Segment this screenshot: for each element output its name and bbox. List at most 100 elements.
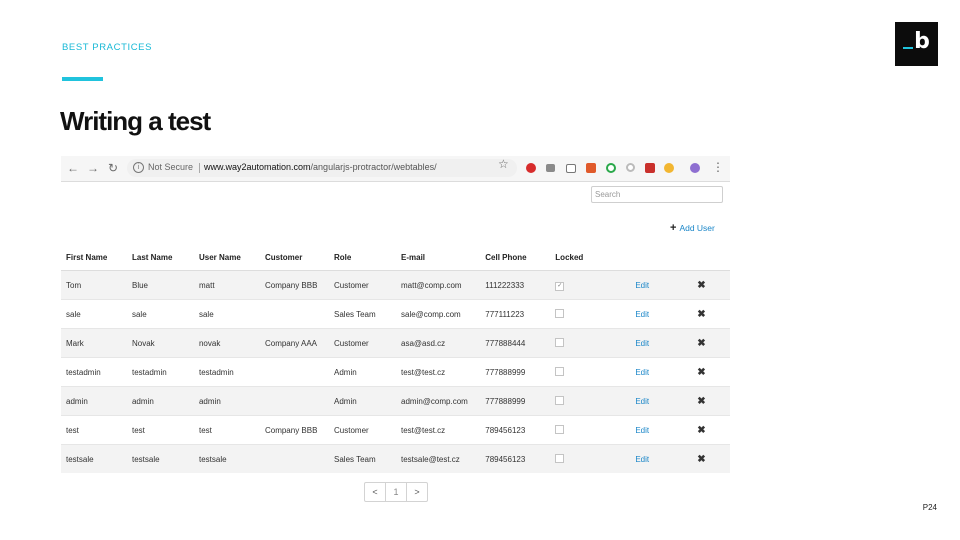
edit-cell: Edit: [621, 415, 686, 445]
table-row: sale sale sale Sales Team sale@comp.com 77711…: [61, 299, 730, 329]
next-page-button[interactable]: >: [407, 483, 427, 501]
extension-orange-icon[interactable]: [586, 163, 596, 173]
users-table: First Name Last Name User Name Customer …: [61, 244, 730, 473]
delete-icon[interactable]: ✖: [697, 396, 705, 407]
user-name-cell: matt: [193, 270, 260, 300]
last-name-cell: sale: [126, 299, 194, 329]
url-text[interactable]: www.way2automation.com/angularjs-protrac…: [204, 162, 437, 172]
locked-cell: [550, 328, 622, 358]
extension-gray-icon[interactable]: [546, 164, 555, 172]
url-domain: www.way2automation.com: [204, 162, 311, 172]
add-user-button[interactable]: + Add User: [670, 222, 715, 234]
locked-cell: [550, 299, 622, 329]
add-user-label: Add User: [679, 223, 715, 233]
edit-button[interactable]: Edit: [635, 455, 649, 464]
table-row: admin admin admin Admin admin@comp.com 777888…: [61, 386, 730, 416]
first-name-cell: sale: [61, 299, 127, 329]
info-icon[interactable]: i: [133, 162, 144, 173]
prev-page-button[interactable]: <: [365, 483, 386, 501]
locked-checkbox: [555, 396, 565, 405]
user-name-cell: admin: [193, 386, 260, 416]
delete-cell: ✖: [685, 357, 730, 387]
role-cell: Admin: [329, 357, 396, 387]
search-input[interactable]: [591, 186, 723, 203]
back-arrow-icon[interactable]: ←: [67, 160, 79, 176]
column-header[interactable]: Customer: [259, 244, 329, 271]
edit-button[interactable]: Edit: [635, 397, 649, 406]
extension-yellow-icon[interactable]: [664, 163, 674, 173]
first-name-cell: Mark: [61, 328, 127, 358]
last-name-cell: testadmin: [126, 357, 194, 387]
star-icon[interactable]: ☆: [498, 157, 509, 171]
delete-icon[interactable]: ✖: [697, 454, 705, 465]
extension-green-icon[interactable]: [606, 163, 616, 173]
cell-phone-cell: 777888999: [480, 357, 551, 387]
delete-icon[interactable]: ✖: [697, 338, 705, 349]
role-cell: Customer: [329, 328, 396, 358]
cell-phone-cell: 777111223: [480, 299, 551, 329]
forward-arrow-icon[interactable]: →: [87, 160, 99, 176]
delete-icon[interactable]: ✖: [697, 425, 705, 436]
email-cell: sale@comp.com: [396, 299, 481, 329]
extension-red-icon[interactable]: [526, 163, 536, 173]
first-name-cell: testsale: [61, 444, 127, 473]
locked-cell: [550, 357, 622, 387]
email-cell: testsale@test.cz: [396, 444, 481, 473]
plus-icon: +: [670, 222, 677, 234]
column-header[interactable]: Last Name: [126, 244, 194, 271]
section-label: BEST PRACTICES: [62, 42, 153, 53]
last-name-cell: Blue: [126, 270, 194, 300]
url-path: /angularjs-protractor/webtables/: [310, 162, 437, 172]
edit-cell: Edit: [621, 386, 686, 416]
column-header: [685, 244, 730, 271]
locked-checkbox: ✓: [555, 282, 565, 291]
email-cell: test@test.cz: [396, 415, 481, 445]
column-header[interactable]: Cell Phone: [480, 244, 551, 271]
edit-button[interactable]: Edit: [635, 339, 649, 348]
role-cell: Customer: [329, 415, 396, 445]
address-bar[interactable]: i Not Secure www.way2automation.com/angu…: [127, 159, 517, 177]
edit-button[interactable]: Edit: [635, 368, 649, 377]
table-row: testadmin testadmin testadmin Admin test@tes…: [61, 357, 730, 387]
locked-checkbox: [555, 367, 565, 376]
table-row: Mark Novak novak Company AAA Customer asa@asd…: [61, 328, 730, 358]
more-vert-icon[interactable]: ⋮: [712, 160, 724, 174]
email-cell: admin@comp.com: [396, 386, 481, 416]
page-1-button[interactable]: 1: [386, 483, 407, 501]
customer-cell: [259, 386, 329, 416]
customer-cell: Company BBB: [259, 415, 329, 445]
column-header[interactable]: Role: [329, 244, 396, 271]
reload-icon[interactable]: ↻: [108, 160, 118, 176]
role-cell: Customer: [329, 270, 396, 300]
slide-title: Writing a test: [60, 106, 211, 136]
edit-button[interactable]: Edit: [635, 426, 649, 435]
cast-icon[interactable]: [566, 164, 576, 173]
profile-avatar-icon[interactable]: [690, 163, 700, 173]
first-name-cell: testadmin: [61, 357, 127, 387]
email-cell: asa@asd.cz: [396, 328, 481, 358]
edit-button[interactable]: Edit: [635, 310, 649, 319]
cell-phone-cell: 111222333: [480, 270, 551, 300]
column-header[interactable]: E-mail: [396, 244, 481, 271]
edit-button[interactable]: Edit: [635, 281, 649, 290]
locked-cell: ✓: [550, 270, 622, 300]
delete-cell: ✖: [685, 299, 730, 329]
delete-cell: ✖: [685, 415, 730, 445]
column-header[interactable]: Locked: [550, 244, 622, 271]
cell-phone-cell: 777888444: [480, 328, 551, 358]
delete-icon[interactable]: ✖: [697, 280, 705, 291]
column-header: [621, 244, 686, 271]
delete-icon[interactable]: ✖: [697, 367, 705, 378]
edit-cell: Edit: [621, 328, 686, 358]
table-row: Tom Blue matt Company BBB Customer matt@comp.…: [61, 270, 730, 300]
column-header[interactable]: First Name: [61, 244, 127, 271]
delete-icon[interactable]: ✖: [697, 309, 705, 320]
last-name-cell: admin: [126, 386, 194, 416]
first-name-cell: test: [61, 415, 127, 445]
user-name-cell: testsale: [193, 444, 260, 473]
locked-checkbox: [555, 338, 565, 347]
extension-badge-icon[interactable]: [645, 163, 655, 173]
column-header[interactable]: User Name: [193, 244, 260, 271]
extension-circle-icon[interactable]: [626, 163, 635, 172]
locked-cell: [550, 415, 622, 445]
